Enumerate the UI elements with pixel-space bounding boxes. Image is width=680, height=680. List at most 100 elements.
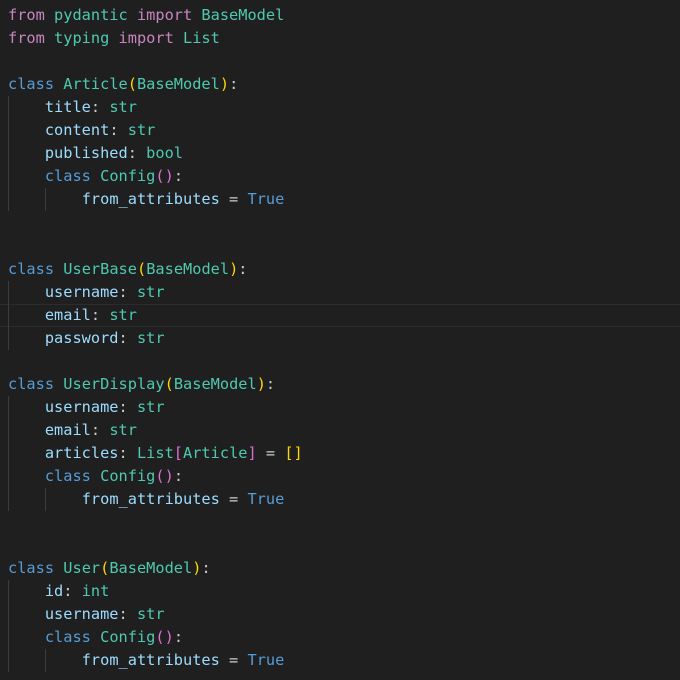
code-token: Config xyxy=(100,628,156,647)
code-token: from_attributes xyxy=(81,190,220,209)
code-token: id xyxy=(44,582,64,601)
code-token: class xyxy=(8,75,55,94)
code-token: username xyxy=(44,282,119,301)
code-token: = xyxy=(219,190,248,209)
code-token: : xyxy=(173,628,184,647)
code-token: = xyxy=(256,443,285,462)
code-line[interactable]: class UserDisplay(BaseModel): xyxy=(8,373,275,396)
code-token: typing xyxy=(44,29,119,48)
code-token: BaseModel xyxy=(146,259,230,278)
code-line[interactable]: articles: List[Article] = [] xyxy=(8,442,303,465)
code-token: = xyxy=(219,651,248,670)
code-token: : xyxy=(90,420,110,439)
code-token: BaseModel xyxy=(192,6,285,24)
code-token: Config xyxy=(100,167,156,186)
code-line[interactable]: email: str xyxy=(8,419,137,442)
code-token: : xyxy=(238,259,248,278)
code-token: Config xyxy=(100,467,156,485)
code-line[interactable]: class Config(): xyxy=(8,165,183,188)
code-token: articles xyxy=(44,443,119,462)
code-token: from xyxy=(8,29,45,48)
code-token: ( xyxy=(155,167,165,186)
code-token: str xyxy=(109,305,137,324)
code-line[interactable]: id: int xyxy=(8,580,109,603)
code-line[interactable]: from_attributes = True xyxy=(8,488,285,511)
code-token: username xyxy=(44,397,119,416)
code-line[interactable]: class User(BaseModel): xyxy=(8,557,211,580)
code-token: import xyxy=(118,29,174,48)
code-line[interactable]: class Config(): xyxy=(8,465,183,488)
code-token: str xyxy=(136,605,165,624)
code-token: : xyxy=(109,121,128,140)
code-token: : xyxy=(90,305,110,324)
code-line[interactable]: content: str xyxy=(8,119,156,142)
code-token: str xyxy=(136,397,165,416)
code-token: class xyxy=(44,628,91,647)
code-token: ) xyxy=(219,75,230,94)
code-token: List xyxy=(136,443,174,462)
code-line[interactable]: class Article(BaseModel): xyxy=(8,73,238,96)
code-token: ( xyxy=(136,259,147,278)
code-token: : xyxy=(63,582,82,601)
code-line[interactable]: email: str xyxy=(8,304,137,327)
code-token: ) xyxy=(164,628,174,647)
code-token: str xyxy=(136,328,165,347)
code-token: : xyxy=(173,167,184,186)
code-token: True xyxy=(247,490,285,509)
code-token: ( xyxy=(155,467,165,485)
code-editor[interactable]: from pydantic import BaseModel from typin… xyxy=(0,0,680,680)
code-line[interactable]: published: bool xyxy=(8,142,183,165)
code-token: BaseModel xyxy=(173,374,257,393)
code-line[interactable]: title: str xyxy=(8,96,137,119)
code-line[interactable]: from pydantic import BaseModel xyxy=(8,4,284,27)
code-line[interactable]: username: str xyxy=(8,603,165,626)
code-token: email xyxy=(44,420,91,439)
code-token: from_attributes xyxy=(81,490,220,509)
code-token: ( xyxy=(155,628,165,647)
code-token: [ xyxy=(173,443,184,462)
code-line[interactable]: from_attributes = True xyxy=(8,188,285,211)
code-token: content xyxy=(44,121,110,140)
code-token: User xyxy=(63,559,101,578)
code-token: List xyxy=(173,29,220,48)
code-token: bool xyxy=(146,144,183,163)
code-line[interactable]: class UserBase(BaseModel): xyxy=(8,258,248,281)
code-token: password xyxy=(44,328,119,347)
code-line[interactable]: from_attributes = True xyxy=(8,649,285,672)
code-token: username xyxy=(44,605,119,624)
code-line[interactable]: username: str xyxy=(8,281,165,304)
code-token: : xyxy=(229,75,239,94)
code-line[interactable]: password: str xyxy=(8,327,165,350)
code-line[interactable]: class Config(): xyxy=(8,626,183,649)
code-line[interactable]: from typing import List xyxy=(8,27,220,50)
code-token: = xyxy=(219,490,248,509)
code-token: Article xyxy=(63,75,128,94)
code-token: class xyxy=(8,374,55,393)
code-line[interactable]: username: str xyxy=(8,396,165,419)
code-token: : xyxy=(118,443,137,462)
code-token: ( xyxy=(100,559,110,578)
code-token: [] xyxy=(284,443,303,462)
code-token: : xyxy=(118,328,137,347)
code-token: True xyxy=(247,651,285,670)
code-token: ] xyxy=(247,443,257,462)
code-token: : xyxy=(90,98,110,117)
code-token: UserBase xyxy=(63,259,137,278)
code-token: str xyxy=(136,282,165,301)
code-token: : xyxy=(173,467,184,485)
code-token: import xyxy=(136,6,193,24)
code-token: from_attributes xyxy=(81,651,220,670)
code-token: class xyxy=(8,559,55,578)
